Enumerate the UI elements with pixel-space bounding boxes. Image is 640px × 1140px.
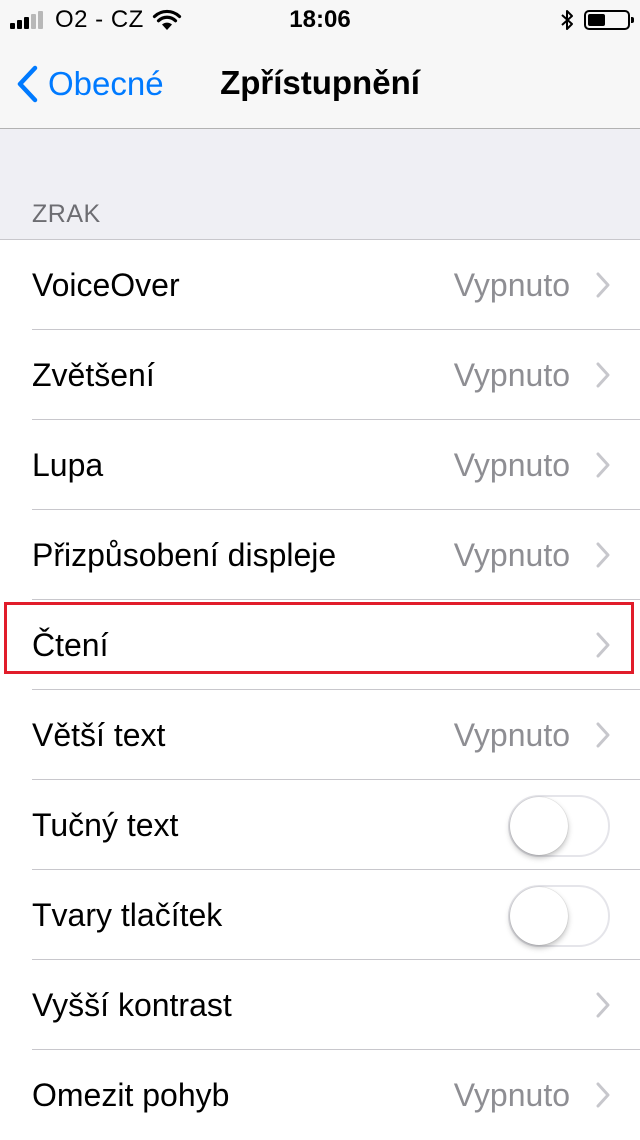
toggle-knob [510, 887, 568, 945]
settings-row-label: Větší text [32, 717, 166, 753]
settings-row-label: Zvětšení [32, 357, 155, 393]
section-header: ZRAK [32, 200, 101, 228]
chevron-right-icon [596, 992, 610, 1018]
settings-row[interactable]: Přizpůsobení displeje Vypnuto [0, 510, 640, 600]
chevron-right-icon [596, 1082, 610, 1108]
settings-row-label: Přizpůsobení displeje [32, 537, 337, 573]
settings-row-label: Čtení [32, 627, 109, 663]
toggle-switch[interactable] [508, 795, 610, 857]
settings-row[interactable]: Větší text Vypnuto [0, 690, 640, 780]
settings-row[interactable]: Omezit pohyb Vypnuto [0, 1050, 640, 1140]
settings-row[interactable]: Čtení [0, 600, 640, 690]
chevron-right-icon [596, 722, 610, 748]
navigation-bar: Obecné Zpřístupnění [0, 40, 640, 129]
settings-row-label: Tučný text [32, 807, 179, 843]
settings-row-value: Vypnuto [453, 1077, 570, 1113]
settings-row-value: Vypnuto [453, 447, 570, 483]
status-bar: O2 - CZ 18:06 [0, 0, 640, 40]
chevron-right-icon [596, 362, 610, 388]
toggle-knob [510, 797, 568, 855]
settings-row-label: VoiceOver [32, 267, 180, 303]
settings-row-value: Vypnuto [453, 357, 570, 393]
settings-row[interactable]: Zvětšení Vypnuto [0, 330, 640, 420]
toggle-switch[interactable] [508, 885, 610, 947]
settings-row-label: Tvary tlačítek [32, 897, 223, 933]
settings-row[interactable]: VoiceOver Vypnuto [0, 240, 640, 330]
settings-row-label: Vyšší kontrast [32, 987, 232, 1023]
settings-row-label: Lupa [32, 447, 104, 483]
settings-row-value: Vypnuto [453, 717, 570, 753]
bluetooth-icon [561, 10, 573, 30]
chevron-right-icon [596, 272, 610, 298]
battery-level [588, 14, 605, 26]
chevron-right-icon [596, 452, 610, 478]
chevron-right-icon [596, 542, 610, 568]
settings-row-label: Omezit pohyb [32, 1077, 230, 1113]
settings-list: VoiceOver Vypnuto Zvětšení Vypnuto Lupa Vypnu… [0, 239, 640, 1140]
status-time: 18:06 [289, 6, 351, 33]
settings-row[interactable]: Tvary tlačítek [0, 870, 640, 960]
settings-row[interactable]: Vyšší kontrast [0, 960, 640, 1050]
status-right [560, 8, 634, 32]
page-title: Zpřístupnění [220, 64, 420, 101]
settings-row[interactable]: Lupa Vypnuto [0, 420, 640, 510]
chevron-right-icon [596, 632, 610, 658]
settings-row-value: Vypnuto [453, 267, 570, 303]
battery-icon [584, 10, 634, 30]
settings-row[interactable]: Tučný text [0, 780, 640, 870]
settings-row-value: Vypnuto [453, 537, 570, 573]
